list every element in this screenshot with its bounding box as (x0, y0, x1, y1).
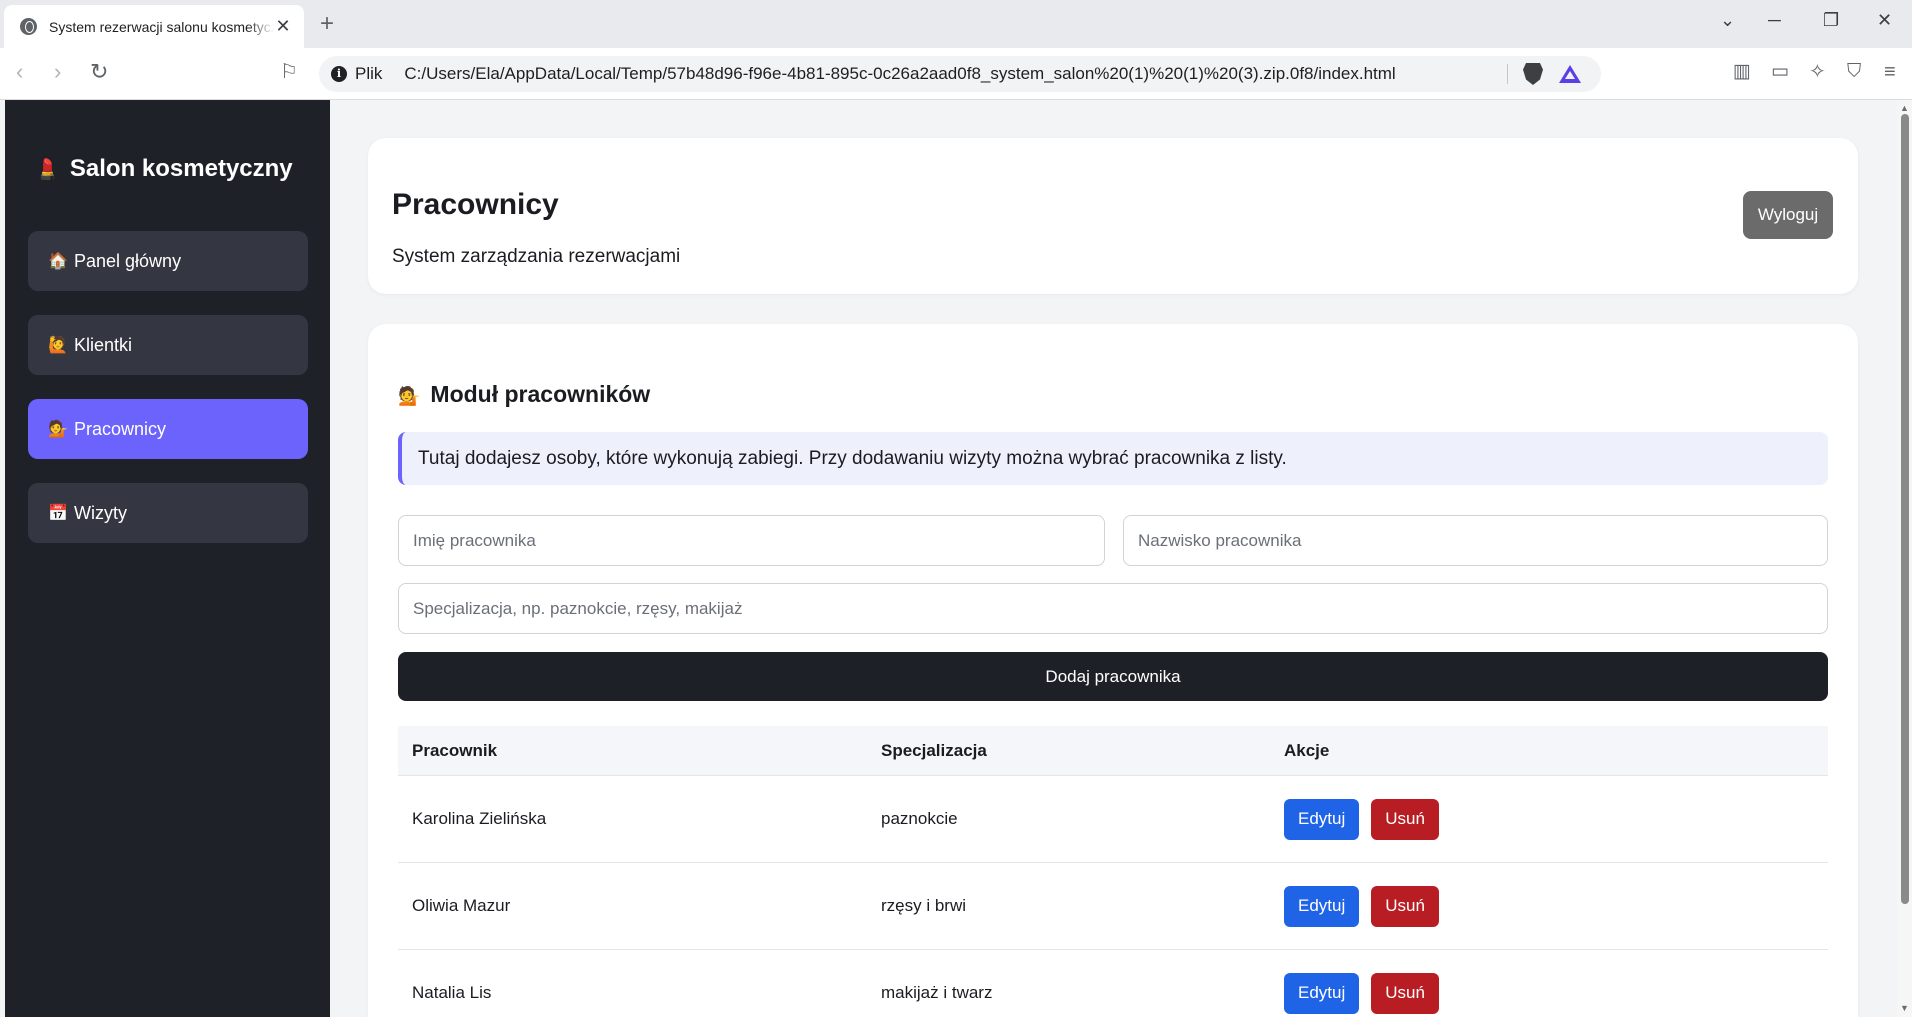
scheme-label: Plik (355, 64, 383, 83)
browser-tabbar: System rezerwacji salonu kosmetycznego ✕… (0, 0, 1912, 48)
employee-name: Natalia Lis (412, 983, 492, 1002)
sidebar-item-clients[interactable]: 🙋 Klientki (28, 315, 308, 375)
page-subtitle: System zarządzania rezerwacjami (392, 246, 681, 267)
delete-button[interactable]: Usuń (1371, 885, 1439, 927)
main-content: Pracownicy System zarządzania rezerwacja… (330, 100, 1895, 1017)
specialization-input[interactable]: Specjalizacja, np. paznokcie, rzęsy, mak… (398, 583, 1828, 634)
page-scrollbar[interactable]: ▲ ▼ (1897, 100, 1912, 1017)
info-box: Tutaj dodajesz osoby, które wykonują zab… (398, 432, 1828, 485)
calendar-icon: 📅 (48, 505, 68, 522)
brave-shields-icon[interactable] (1523, 63, 1543, 85)
module-title: 💁 Moduł pracowników (398, 381, 650, 408)
tab-title: System rezerwacji salonu kosmetycznego (49, 18, 274, 35)
info-icon[interactable]: i (331, 66, 347, 82)
sidebar: 💄 Salon kosmetyczny 🏠 Panel główny 🙋 Klie… (5, 100, 330, 1017)
sidebar-logo: 💄 Salon kosmetyczny (35, 155, 293, 183)
table-row: Oliwia Mazur rzęsy i brwi Edytuj Usuń (398, 863, 1828, 950)
column-header-specialization: Specjalizacja (881, 740, 987, 760)
row-actions: Edytuj Usuń (1284, 950, 1439, 1017)
employee-specialization: makijaż i twarz (881, 983, 993, 1002)
last-name-input[interactable]: Nazwisko pracownika (1123, 515, 1828, 566)
leo-ai-icon[interactable]: ✧ (1809, 61, 1826, 83)
bookmark-icon[interactable]: ⚐ (280, 61, 298, 83)
employee-specialization: paznokcie (881, 809, 958, 828)
person-tipping-hand-icon: 💁 (398, 386, 421, 406)
row-actions: Edytuj Usuń (1284, 863, 1439, 949)
divider (1507, 64, 1508, 84)
delete-button[interactable]: Usuń (1371, 798, 1439, 840)
browser-tab[interactable]: System rezerwacji salonu kosmetycznego ✕ (4, 5, 304, 48)
app: 💄 Salon kosmetyczny 🏠 Panel główny 🙋 Klie… (5, 100, 1895, 1017)
employee-name: Karolina Zielińska (412, 809, 547, 828)
menu-icon[interactable]: ≡ (1884, 61, 1896, 83)
first-name-input[interactable]: Imię pracownika (398, 515, 1105, 566)
restore-icon[interactable]: ❐ (1823, 10, 1839, 31)
column-header-employee: Pracownik (412, 740, 498, 760)
forward-icon[interactable]: › (54, 61, 61, 83)
employee-name: Oliwia Mazur (412, 896, 511, 915)
employees-module-card: 💁 Moduł pracowników Tutaj dodajesz osoby,… (368, 324, 1858, 1017)
row-actions: Edytuj Usuń (1284, 776, 1439, 862)
delete-button[interactable]: Usuń (1371, 972, 1439, 1014)
url-text[interactable]: C:/Users/Ela/AppData/Local/Temp/57b48d96… (404, 64, 1395, 84)
table-header: Pracownik Specjalizacja Akcje (398, 726, 1828, 776)
close-window-icon[interactable]: ✕ (1877, 10, 1892, 31)
header-card: Pracownicy System zarządzania rezerwacja… (368, 138, 1858, 294)
tab-search-icon[interactable]: ⌄ (1720, 10, 1735, 31)
edit-button[interactable]: Edytuj (1284, 885, 1360, 927)
person-tipping-hand-icon: 💁 (48, 421, 68, 438)
table-row: Karolina Zielińska paznokcie Edytuj Usuń (398, 776, 1828, 863)
person-icon: 🙋 (48, 337, 68, 354)
page-title: Pracownicy (392, 188, 559, 221)
scrollbar-thumb[interactable] (1901, 114, 1909, 904)
logout-button[interactable]: Wyloguj (1743, 191, 1833, 239)
browser-navbar: ‹ › ↻ ⚐ i Plik C:/Users/Ela/AppData/Loca… (0, 48, 1912, 100)
close-tab-icon[interactable]: ✕ (274, 16, 292, 37)
lipstick-icon: 💄 (35, 159, 60, 181)
wallet-icon[interactable]: ▭ (1771, 61, 1789, 83)
minimize-icon[interactable]: ─ (1768, 10, 1781, 31)
sidebar-item-label: Pracownicy (74, 418, 167, 439)
sidebar-item-label: Wizyty (74, 502, 127, 523)
scroll-up-icon[interactable]: ▲ (1900, 103, 1909, 113)
add-employee-button[interactable]: Dodaj pracownika (398, 652, 1828, 701)
employee-specialization: rzęsy i brwi (881, 896, 967, 915)
back-icon[interactable]: ‹ (16, 61, 23, 83)
reload-icon[interactable]: ↻ (90, 61, 108, 83)
edit-button[interactable]: Edytuj (1284, 798, 1360, 840)
table-row: Natalia Lis makijaż i twarz Edytuj Usuń (398, 950, 1828, 1017)
sidebar-item-employees[interactable]: 💁 Pracownicy (28, 399, 308, 459)
vpn-icon[interactable]: ⛉ (1847, 61, 1861, 83)
scroll-down-icon[interactable]: ▼ (1900, 1003, 1909, 1013)
sidebar-item-appointments[interactable]: 📅 Wizyty (28, 483, 308, 543)
new-tab-icon[interactable]: + (320, 10, 334, 38)
column-header-actions: Akcje (1284, 740, 1330, 760)
globe-icon (20, 18, 37, 35)
house-icon: 🏠 (48, 253, 68, 270)
brave-rewards-icon[interactable] (1559, 65, 1581, 83)
sidebar-item-dashboard[interactable]: 🏠 Panel główny (28, 231, 308, 291)
edit-button[interactable]: Edytuj (1284, 972, 1360, 1014)
sidebar-toggle-icon[interactable]: ▥ (1733, 61, 1751, 83)
module-title-text: Moduł pracowników (430, 381, 651, 407)
sidebar-item-label: Panel główny (74, 250, 182, 271)
logo-text: Salon kosmetyczny (69, 155, 293, 182)
employees-table: Pracownik Specjalizacja Akcje Karolina Z… (398, 726, 1828, 1017)
address-bar[interactable]: i Plik C:/Users/Ela/AppData/Local/Temp/5… (319, 56, 1601, 92)
sidebar-item-label: Klientki (74, 334, 133, 355)
